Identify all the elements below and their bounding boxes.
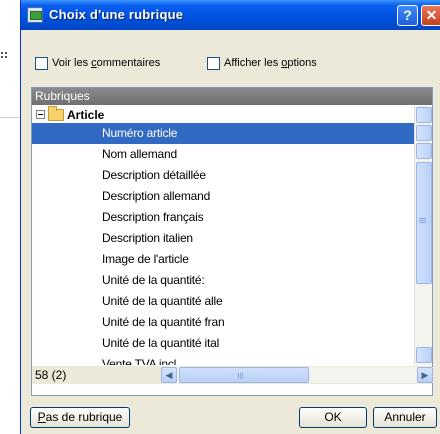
tree-item[interactable]: Description français bbox=[32, 207, 414, 228]
folder-icon bbox=[48, 106, 64, 121]
window-title: Choix d'une rubrique bbox=[49, 7, 184, 22]
scroll-right-icon[interactable]: ▶ bbox=[417, 367, 433, 383]
rubrics-header: Rubriques bbox=[32, 88, 432, 105]
rubrics-panel: Rubriques Article Numéro article Nom alle… bbox=[31, 87, 433, 396]
tree-item[interactable]: Unité de la quantité alle bbox=[32, 291, 414, 312]
tree-item[interactable]: Unité de la quantité fran bbox=[32, 312, 414, 333]
title-bar[interactable]: Choix d'une rubrique ? ✕ bbox=[21, 0, 440, 30]
scroll-top-icon[interactable] bbox=[416, 107, 432, 123]
no-rubric-button[interactable]: Pas de rubrique bbox=[30, 407, 130, 428]
tree-item[interactable]: Image de l'article bbox=[32, 249, 414, 270]
tree-item[interactable]: Nom allemand bbox=[32, 144, 414, 165]
rubric-tree[interactable]: Article Numéro article Nom allemand Descri… bbox=[32, 106, 414, 365]
tree-item[interactable]: Unité de la quantité ital bbox=[32, 333, 414, 354]
show-comments-checkbox[interactable] bbox=[35, 56, 48, 70]
tree-item[interactable]: Unité de la quantité: bbox=[32, 270, 414, 291]
scroll-page-up-icon[interactable] bbox=[416, 143, 432, 159]
ok-button[interactable]: OK bbox=[299, 407, 367, 428]
tree-root-article[interactable]: Article bbox=[32, 106, 414, 123]
vertical-scrollbar[interactable] bbox=[414, 106, 432, 365]
item-count: 58 (2) bbox=[35, 368, 67, 382]
choose-rubric-dialog: Choix d'une rubrique ? ✕ Voir les commen… bbox=[20, 0, 440, 434]
close-button[interactable]: ✕ bbox=[421, 5, 440, 26]
vertical-scroll-thumb[interactable] bbox=[416, 162, 432, 284]
show-comments-option[interactable]: Voir les commentaires bbox=[35, 56, 160, 70]
tree-root-label: Article bbox=[67, 107, 105, 122]
horizontal-scrollbar[interactable]: ◀ ▶ bbox=[161, 367, 433, 383]
app-window-icon bbox=[27, 7, 43, 23]
show-comments-label: Voir les commentaires bbox=[52, 57, 161, 69]
scroll-down-icon[interactable] bbox=[416, 347, 432, 363]
horizontal-scroll-thumb[interactable] bbox=[179, 367, 309, 383]
tree-item[interactable]: Description allemand bbox=[32, 186, 414, 207]
show-options-label: Afficher les options bbox=[224, 57, 317, 69]
vertical-grip-icon bbox=[419, 218, 426, 219]
tree-item[interactable]: Numéro article bbox=[32, 123, 414, 144]
status-row: 58 (2) ◀ ▶ bbox=[32, 366, 433, 384]
show-options-checkbox[interactable] bbox=[207, 56, 220, 70]
background-dots bbox=[0, 50, 12, 64]
tree-item[interactable]: Description détaillée bbox=[32, 165, 414, 186]
cancel-button[interactable]: Annuler bbox=[373, 407, 437, 428]
scroll-left-icon[interactable]: ◀ bbox=[161, 367, 177, 383]
scroll-up-icon[interactable] bbox=[416, 125, 432, 141]
help-button[interactable]: ? bbox=[397, 5, 418, 26]
collapse-icon[interactable] bbox=[36, 110, 45, 119]
horizontal-grip-icon bbox=[238, 373, 239, 379]
tree-item[interactable]: Description italien bbox=[32, 228, 414, 249]
tree-item[interactable]: Vente TVA incl. bbox=[32, 354, 414, 365]
show-options-option[interactable]: Afficher les options bbox=[207, 56, 317, 70]
